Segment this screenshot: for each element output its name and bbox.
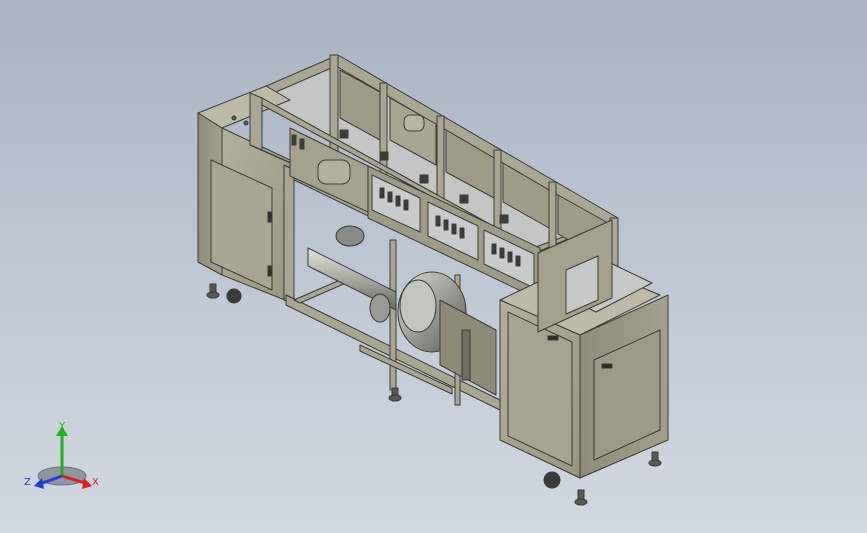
left-cabinet [197,85,291,303]
pipe-assembly [307,225,397,323]
y-axis-label: Y [59,421,66,432]
x-axis-label: X [92,477,99,488]
z-axis-label: Z [24,477,31,488]
machine-assembly-model[interactable] [0,0,867,533]
cad-viewport[interactable]: Y X Z [0,0,867,533]
orientation-triad: Y X Z [22,418,112,498]
